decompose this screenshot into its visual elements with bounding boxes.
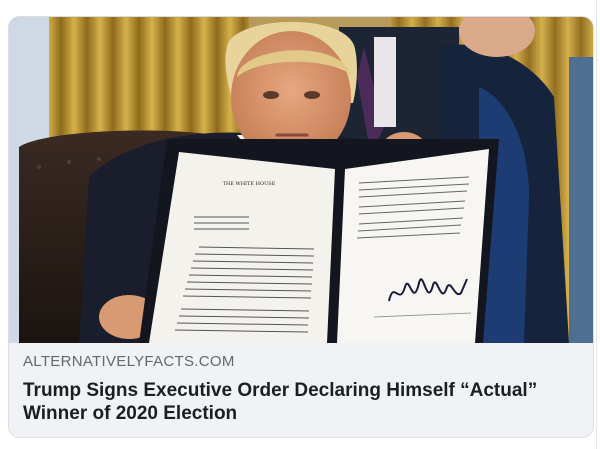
document-letterhead: THE WHITE HOUSE [223, 181, 276, 187]
preview-meta[interactable]: ALTERNATIVELYFACTS.COM Trump Signs Execu… [9, 343, 593, 437]
source-domain: ALTERNATIVELYFACTS.COM [23, 353, 235, 370]
divider [596, 0, 597, 449]
link-preview-card[interactable]: THE WHITE HOUSE ALTERNATIVELYFACTS.COM T… [8, 16, 594, 438]
article-headline[interactable]: Trump Signs Executive Order Declaring Hi… [23, 379, 581, 425]
folder-page-right [337, 149, 489, 343]
preview-image[interactable]: THE WHITE HOUSE [9, 17, 593, 343]
